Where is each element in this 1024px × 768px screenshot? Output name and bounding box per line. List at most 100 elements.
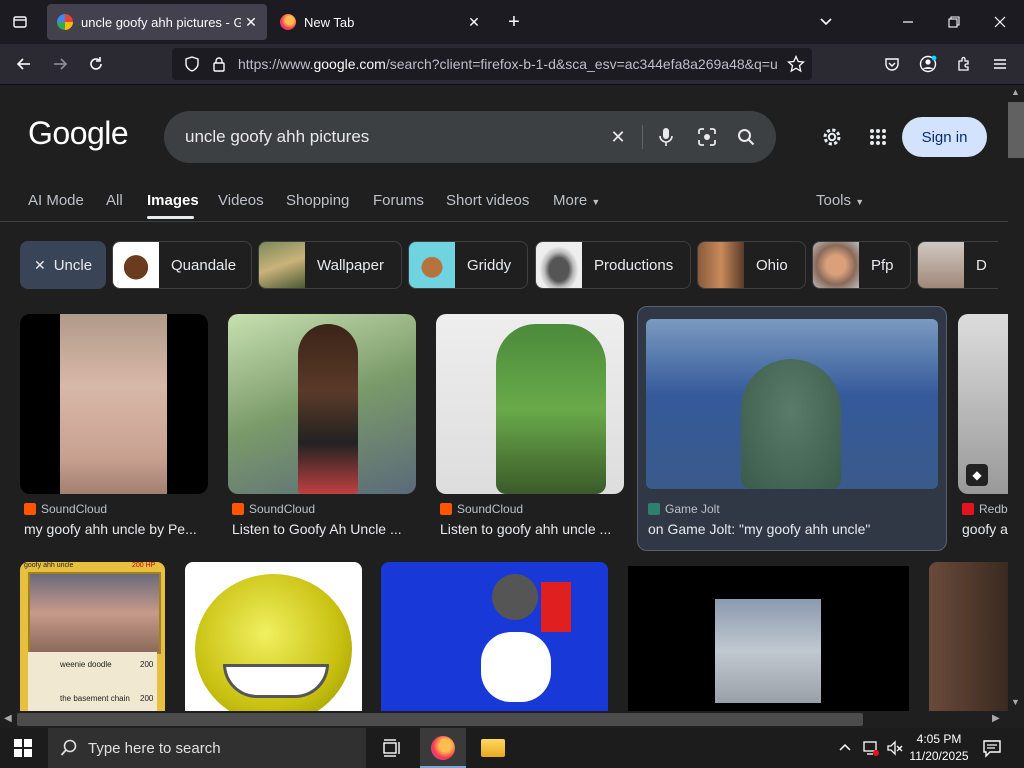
result-caption[interactable]: goofy a (962, 521, 1008, 537)
tab-all[interactable]: All (106, 192, 123, 209)
result-image-1[interactable] (20, 314, 208, 494)
chip-productions[interactable]: Productions (535, 241, 691, 289)
search-icon[interactable] (734, 125, 758, 149)
settings-gear-icon[interactable] (820, 125, 844, 149)
account-icon[interactable] (914, 50, 942, 78)
result-caption[interactable]: my goofy ahh uncle by Pe... (24, 521, 210, 537)
tab-google-search[interactable]: uncle goofy ahh pictures - Goo ✕ (47, 4, 267, 40)
menu-icon[interactable] (986, 50, 1014, 78)
chevron-down-icon[interactable] (812, 8, 840, 36)
scroll-right-icon[interactable]: ▶ (992, 713, 1000, 724)
card-title: goofy ahh uncle (24, 562, 74, 569)
chip-wallpaper[interactable]: Wallpaper (258, 241, 402, 289)
tab-videos[interactable]: Videos (218, 192, 264, 209)
card-move-2-damage: 200 (140, 694, 154, 703)
scroll-down-icon[interactable]: ▼ (1011, 697, 1020, 707)
result-source[interactable]: SoundCloud (440, 502, 523, 516)
result-image-7[interactable] (185, 562, 362, 711)
lens-icon[interactable] (695, 125, 719, 149)
tab-more[interactable]: More ▼ (553, 192, 600, 209)
tab-forums[interactable]: Forums (373, 192, 424, 209)
result-image-6[interactable]: goofy ahh uncle 200 HP weenie doodle 200… (20, 562, 165, 711)
minimize-icon[interactable] (894, 8, 922, 36)
network-icon[interactable] (862, 739, 880, 762)
search-query[interactable]: uncle goofy ahh pictures (185, 127, 369, 147)
tab-new-tab[interactable]: New Tab ✕ (270, 4, 490, 40)
result-image-8[interactable] (381, 562, 608, 711)
horizontal-scroll-thumb[interactable] (17, 713, 863, 726)
result-caption[interactable]: Listen to goofy ahh uncle ... (440, 521, 626, 537)
chip-uncle[interactable]: ✕ Uncle (20, 241, 106, 289)
scroll-up-icon[interactable]: ▲ (1011, 87, 1020, 97)
windows-start-icon[interactable] (14, 739, 32, 762)
url-text[interactable]: https://www.google.com/search?client=fir… (238, 56, 782, 72)
close-tab-icon[interactable]: ✕ (241, 14, 261, 31)
bookmark-star-icon[interactable] (782, 50, 810, 78)
chip-pfp[interactable]: Pfp (812, 241, 911, 289)
taskbar-explorer-button[interactable] (470, 728, 516, 768)
result-image-4[interactable] (646, 319, 938, 489)
result-source[interactable]: SoundCloud (232, 502, 315, 516)
extensions-icon[interactable] (950, 50, 978, 78)
microphone-icon[interactable] (654, 125, 678, 149)
result-image-10[interactable] (929, 562, 1008, 711)
chip-label: Productions (594, 256, 674, 274)
scroll-left-icon[interactable]: ◀ (4, 713, 12, 724)
source-name: Game Jolt (665, 502, 720, 516)
chip-label: Pfp (871, 256, 894, 274)
taskbar-search-box[interactable]: Type here to search (48, 728, 366, 768)
remove-chip-icon[interactable]: ✕ (34, 257, 46, 274)
result-caption[interactable]: on Game Jolt: "my goofy ahh uncle" (648, 521, 938, 537)
chip-thumbnail (813, 242, 859, 288)
result-caption[interactable]: Listen to Goofy Ah Uncle ... (232, 521, 418, 537)
tab-images[interactable]: Images (147, 192, 199, 209)
result-source[interactable]: Game Jolt (648, 502, 720, 516)
card-move-2: the basement chain (60, 694, 130, 703)
reload-icon[interactable] (82, 50, 110, 78)
address-bar[interactable]: https://www.google.com/search?client=fir… (172, 48, 812, 80)
result-image-3[interactable] (436, 314, 624, 494)
chip-thumbnail (698, 242, 744, 288)
google-logo[interactable]: Google (28, 115, 129, 152)
result-image-2[interactable] (228, 314, 416, 494)
chip-label: D (976, 256, 987, 274)
tab-short-videos[interactable]: Short videos (446, 192, 529, 209)
close-tab-icon[interactable]: ✕ (464, 14, 484, 31)
vertical-scroll-thumb[interactable] (1008, 102, 1024, 158)
tab-title: uncle goofy ahh pictures - Goo (81, 14, 241, 30)
volume-muted-icon[interactable] (886, 739, 904, 762)
chip-griddy[interactable]: Griddy (408, 241, 528, 289)
more-label: More (553, 192, 588, 209)
clock[interactable]: 4:05 PM 11/20/2025 (908, 731, 970, 765)
chip-ohio[interactable]: Ohio (697, 241, 806, 289)
forward-icon[interactable] (46, 50, 74, 78)
tray-overflow-icon[interactable] (838, 740, 852, 757)
result-image-5[interactable]: ◆ (958, 314, 1008, 494)
tab-list-icon[interactable] (6, 8, 34, 36)
close-window-icon[interactable] (986, 8, 1014, 36)
back-icon[interactable] (10, 50, 38, 78)
notifications-icon[interactable] (982, 738, 1002, 763)
chip-thumbnail (536, 242, 582, 288)
pocket-icon[interactable] (878, 50, 906, 78)
result-source[interactable]: Redb (962, 502, 1008, 516)
source-name: SoundCloud (41, 502, 108, 516)
search-input[interactable]: uncle goofy ahh pictures ✕ (164, 111, 776, 163)
tab-ai-mode[interactable]: AI Mode (28, 192, 84, 209)
google-apps-icon[interactable] (866, 125, 890, 149)
result-source[interactable]: SoundCloud (24, 502, 107, 516)
new-tab-icon[interactable]: + (500, 8, 528, 36)
result-image-9[interactable] (628, 566, 909, 711)
chip-quandale[interactable]: Quandale (112, 241, 252, 289)
vertical-scrollbar[interactable]: ▲ ▼ (1008, 85, 1024, 728)
task-view-icon[interactable] (382, 738, 402, 763)
taskbar-firefox-button[interactable] (420, 728, 466, 768)
clear-icon[interactable]: ✕ (606, 125, 630, 149)
restore-icon[interactable] (940, 8, 968, 36)
chip-d[interactable]: D (917, 241, 998, 289)
tracking-protection-icon[interactable] (178, 50, 206, 78)
lock-icon[interactable] (205, 50, 233, 78)
tab-shopping[interactable]: Shopping (286, 192, 349, 209)
tools-button[interactable]: Tools ▼ (816, 192, 864, 209)
sign-in-button[interactable]: Sign in (902, 117, 987, 157)
